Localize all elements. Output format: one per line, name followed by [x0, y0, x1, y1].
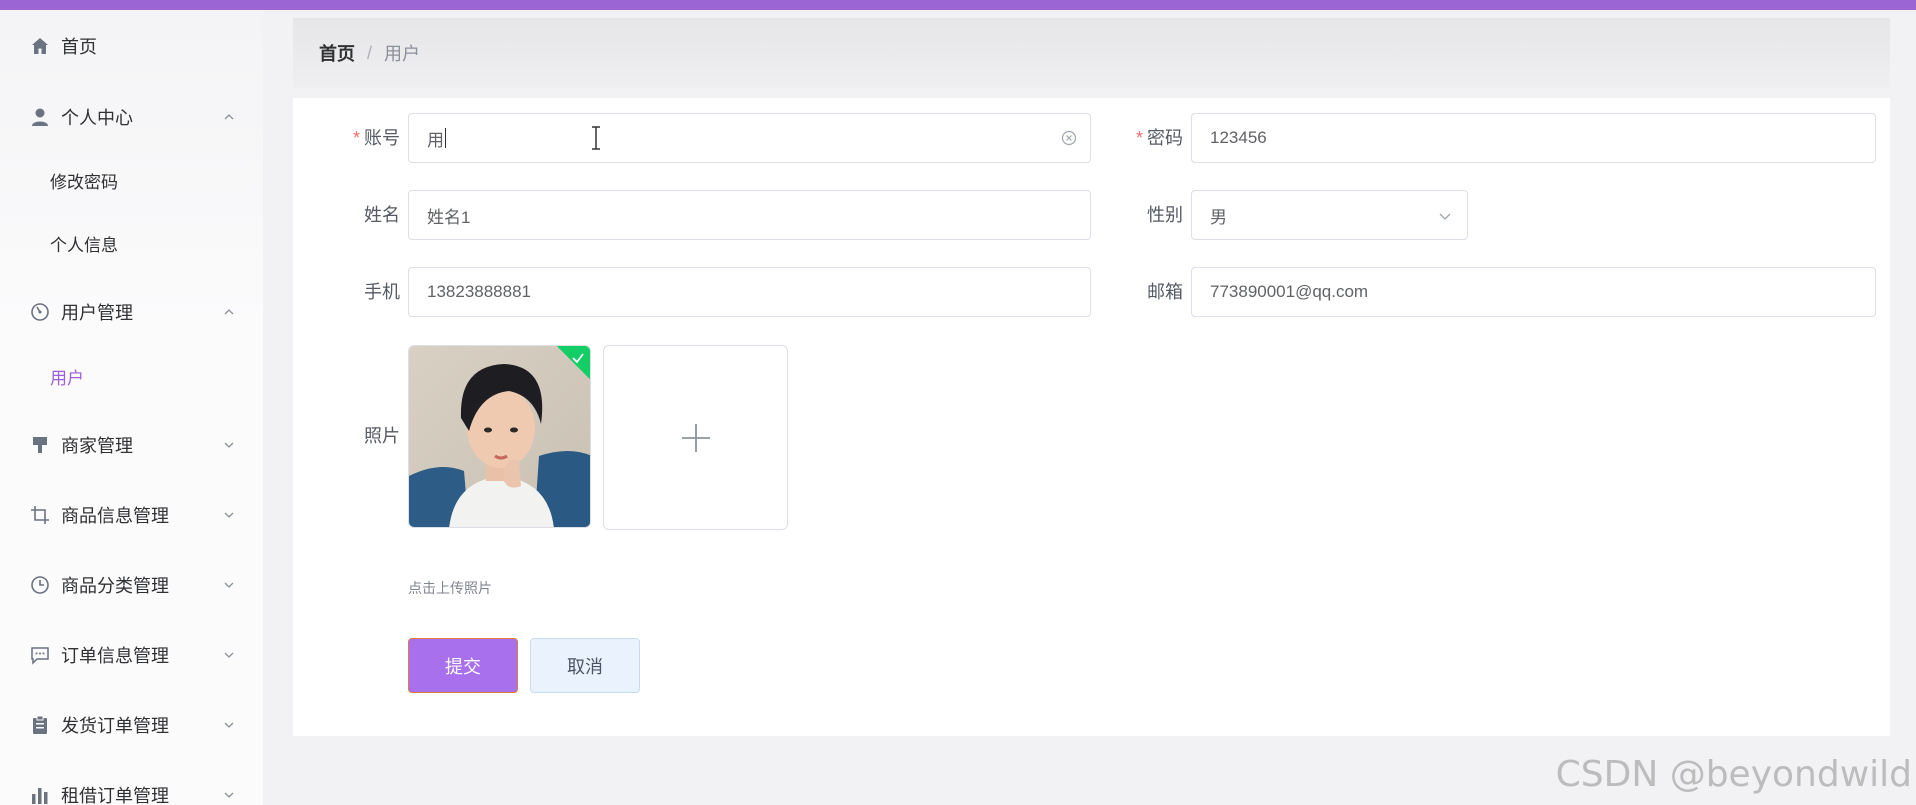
bar-chart-icon	[29, 784, 51, 805]
gender-select-value: 男	[1210, 207, 1227, 227]
sidebar-item-label: 个人信息	[50, 235, 118, 255]
user-form-panel: * 账号 用 * 密码 123456 姓名 姓名1 性别 男 手机 13823888…	[293, 98, 1890, 736]
chevron-down-icon	[1439, 213, 1451, 220]
clear-icon[interactable]	[1058, 127, 1080, 149]
avatar-photo	[409, 346, 590, 527]
account-input[interactable]: 用	[408, 113, 1091, 163]
sidebar-item-label: 租借订单管理	[61, 786, 169, 805]
sidebar-subitem-personal-info[interactable]: 个人信息	[0, 218, 263, 268]
uploaded-photo[interactable]	[408, 345, 591, 528]
account-label: * 账号	[340, 118, 400, 158]
sidebar-item-user-management[interactable]: 用户管理	[0, 287, 263, 337]
email-input[interactable]: 773890001@qq.com	[1191, 267, 1876, 317]
sidebar-item-label: 用户	[50, 368, 84, 388]
sidebar-item-label: 发货订单管理	[61, 716, 169, 736]
chevron-down-icon	[222, 508, 236, 522]
text-cursor-icon	[592, 126, 600, 150]
photo-label: 照片	[364, 426, 400, 446]
required-mark: *	[352, 128, 360, 148]
sidebar-item-label: 用户管理	[61, 303, 133, 323]
breadcrumb-current: 用户	[384, 44, 421, 64]
account-input-value: 用	[427, 130, 444, 150]
phone-input-value: 13823888881	[427, 282, 532, 301]
sidebar-subitem-user[interactable]: 用户	[0, 351, 263, 401]
phone-label: 手机	[364, 282, 400, 302]
chevron-down-icon	[222, 438, 236, 452]
sidebar-item-product-category[interactable]: 商品分类管理	[0, 560, 263, 610]
sidebar-item-label: 商家管理	[61, 436, 133, 456]
top-accent-bar	[0, 0, 1916, 10]
password-label: * 密码	[1123, 118, 1183, 158]
check-icon	[572, 353, 584, 364]
text-caret	[445, 128, 446, 148]
name-input[interactable]: 姓名1	[408, 190, 1091, 240]
chevron-down-icon	[222, 648, 236, 662]
sidebar-item-personal-center[interactable]: 个人中心	[0, 92, 263, 142]
plus-icon	[681, 423, 710, 452]
brush-icon	[29, 434, 51, 456]
sidebar-subitem-change-password[interactable]: 修改密码	[0, 155, 263, 205]
password-input-value: 123456	[1210, 128, 1267, 147]
chevron-down-icon	[222, 578, 236, 592]
sidebar-item-merchant-management[interactable]: 商家管理	[0, 420, 263, 470]
chevron-down-icon	[222, 718, 236, 732]
gender-label: 性别	[1147, 205, 1183, 225]
crop-icon	[29, 504, 51, 526]
dashboard-icon	[29, 301, 51, 323]
chevron-down-icon	[222, 788, 236, 802]
clock-icon	[29, 574, 51, 596]
watermark: CSDN @beyondwild	[1555, 754, 1912, 795]
name-input-value: 姓名1	[427, 207, 471, 227]
sidebar-item-shipping-order[interactable]: 发货订单管理	[0, 700, 263, 750]
account-label-text: 账号	[364, 128, 400, 148]
clipboard-icon	[29, 714, 51, 736]
chevron-up-icon	[222, 305, 236, 319]
sidebar-item-order-info[interactable]: 订单信息管理	[0, 630, 263, 680]
gender-select[interactable]: 男	[1191, 190, 1468, 240]
chat-icon	[29, 644, 51, 666]
phone-input[interactable]: 13823888881	[408, 267, 1091, 317]
email-label: 邮箱	[1147, 282, 1183, 302]
password-label-text: 密码	[1147, 128, 1183, 148]
sidebar-item-label: 修改密码	[50, 172, 118, 192]
chevron-up-icon	[222, 110, 236, 124]
submit-button[interactable]: 提交	[408, 638, 518, 693]
sidebar-item-label: 首页	[61, 37, 97, 57]
sidebar-item-product-info[interactable]: 商品信息管理	[0, 490, 263, 540]
sidebar-item-rental-order[interactable]: 租借订单管理	[0, 770, 263, 805]
user-icon	[29, 106, 51, 128]
breadcrumb-home[interactable]: 首页	[319, 40, 355, 66]
sidebar-item-label: 商品分类管理	[61, 576, 169, 596]
home-icon	[29, 35, 51, 57]
sidebar-item-label: 商品信息管理	[61, 506, 169, 526]
email-input-value: 773890001@qq.com	[1210, 282, 1369, 301]
sidebar: 首页 个人中心 修改密码 个人信息 用户管理 用户 商家管理 商品信息管理 商品…	[0, 10, 263, 805]
breadcrumb: 首页 / 用户	[293, 18, 1890, 88]
upload-tip: 点击上传照片	[408, 580, 492, 596]
sidebar-item-label: 订单信息管理	[61, 646, 169, 666]
password-input[interactable]: 123456	[1191, 113, 1876, 163]
cancel-button[interactable]: 取消	[530, 638, 640, 693]
photo-upload-trigger[interactable]	[603, 345, 788, 530]
name-label: 姓名	[364, 205, 400, 225]
sidebar-item-home[interactable]: 首页	[0, 21, 263, 71]
sidebar-item-label: 个人中心	[61, 108, 133, 128]
required-mark: *	[1135, 128, 1143, 148]
breadcrumb-separator: /	[367, 42, 373, 63]
